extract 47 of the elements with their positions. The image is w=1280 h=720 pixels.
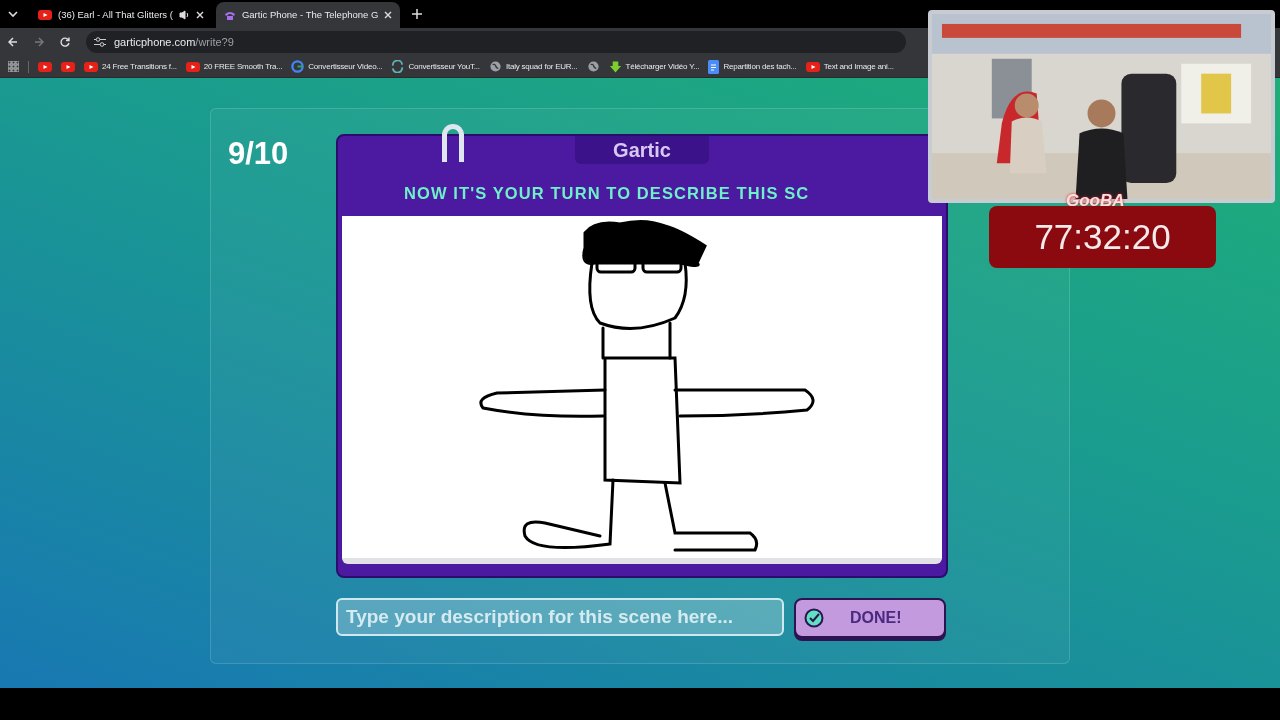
chevron-down-icon[interactable] — [8, 10, 18, 18]
bookmark[interactable]: Italy squad for EUR... — [488, 60, 578, 73]
bookmark[interactable]: Convertisseur YouT... — [391, 60, 480, 73]
bookmark[interactable]: 20 FREE Smooth Tra... — [185, 60, 283, 73]
bookmark[interactable] — [38, 61, 52, 72]
play-icon — [38, 61, 52, 72]
play-icon — [38, 10, 52, 20]
play-icon — [185, 61, 200, 72]
globe-icon — [488, 60, 502, 73]
description-field[interactable]: Type your description for this scene here... — [336, 598, 784, 636]
url-text: garticphone.com/write?9 — [114, 34, 234, 50]
bookmark[interactable]: 24 Free Transitions f... — [84, 60, 177, 73]
back-arrow-icon[interactable] — [8, 37, 18, 47]
close-icon[interactable] — [384, 11, 393, 19]
bookmark[interactable]: Text and Image ani... — [805, 60, 894, 73]
play-icon — [805, 61, 820, 72]
bookmark[interactable]: Télécharger Vidéo Y... — [608, 59, 700, 74]
play-icon — [84, 61, 98, 72]
logo-text: Gartic — [613, 138, 671, 163]
plus-icon[interactable] — [412, 9, 423, 19]
stream-timer: 77:32:20 — [989, 206, 1216, 268]
phone-icon — [223, 9, 236, 21]
done-button[interactable]: DONE! — [794, 598, 946, 638]
globe-icon — [586, 60, 600, 73]
apps-grid-icon[interactable] — [8, 61, 19, 72]
bookmark[interactable]: Repartition des tach... — [708, 59, 797, 74]
browser-tab[interactable]: Gartic Phone - The Telephone G — [215, 2, 401, 28]
document-icon — [708, 59, 720, 74]
tab-title: Gartic Phone - The Telephone G — [241, 7, 379, 22]
reload-icon[interactable] — [60, 37, 70, 47]
speaker-icon[interactable] — [178, 10, 190, 20]
close-icon[interactable] — [195, 11, 204, 19]
google-icon — [291, 60, 305, 73]
check-icon — [804, 608, 824, 628]
play-icon — [61, 61, 75, 72]
arrows-icon — [391, 60, 405, 73]
forward-arrow-icon[interactable] — [34, 37, 44, 47]
round-counter: 9/10 — [228, 138, 290, 173]
prompt-heading: NOW IT'S YOUR TURN TO DESCRIBE THIS SC — [404, 183, 811, 204]
bookmark[interactable] — [586, 60, 600, 73]
tab-title: (36) Earl - All That Glitters ( — [58, 7, 173, 22]
ring-icon — [442, 124, 464, 162]
address-bar[interactable]: garticphone.com/write?9 — [86, 31, 906, 53]
sliders-icon[interactable] — [94, 37, 106, 47]
download-icon — [608, 59, 622, 74]
bookmark[interactable] — [61, 61, 75, 72]
bookmark[interactable]: Convertisseur Video... — [291, 60, 383, 73]
